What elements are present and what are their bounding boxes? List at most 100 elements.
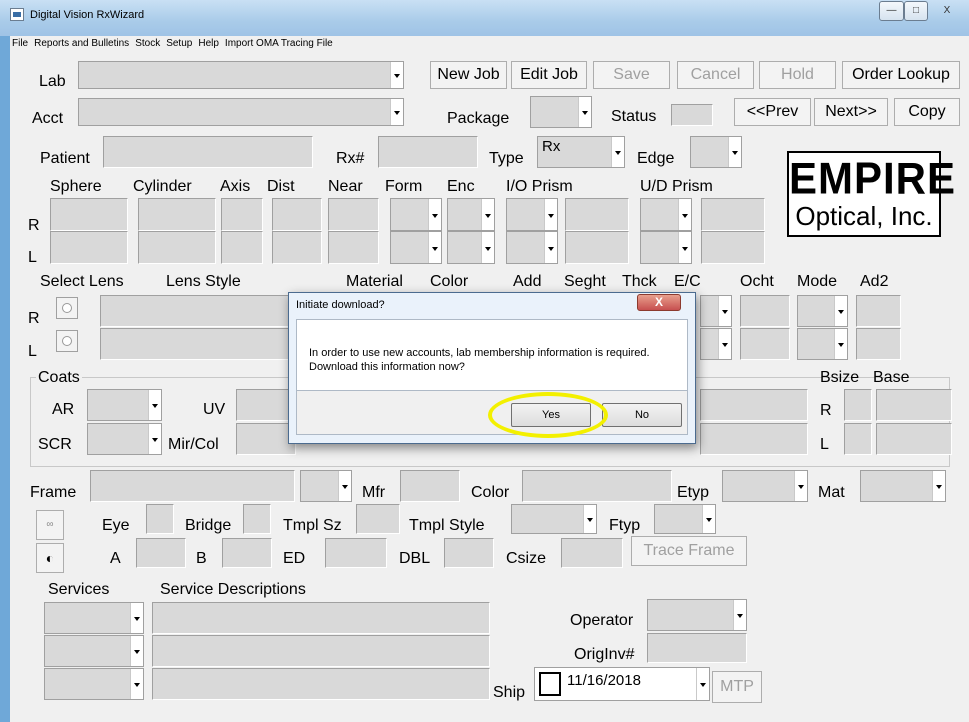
scr-select[interactable] <box>87 423 162 455</box>
lab-select[interactable] <box>78 61 404 89</box>
r-io-prism-field[interactable] <box>565 198 629 231</box>
r-mode-select[interactable] <box>797 295 848 327</box>
menu-setup[interactable]: Setup <box>164 36 196 49</box>
r-ec-select[interactable] <box>700 295 732 327</box>
maximize-button[interactable]: □ <box>904 1 928 21</box>
save-button[interactable]: Save <box>593 61 670 89</box>
service-select-2[interactable] <box>44 635 144 667</box>
bridge-field[interactable] <box>243 504 271 534</box>
uv-field[interactable] <box>236 389 296 421</box>
b-field[interactable] <box>222 538 272 568</box>
csize-field[interactable] <box>561 538 623 568</box>
l-io-prism-field[interactable] <box>565 231 629 264</box>
patient-field[interactable] <box>103 136 313 168</box>
l-axis-field[interactable] <box>221 231 263 264</box>
l-ad2-field[interactable] <box>856 328 901 360</box>
ar-select[interactable] <box>87 389 162 421</box>
l-cylinder-field[interactable] <box>138 231 216 264</box>
coat-extra-field-2[interactable] <box>700 423 808 455</box>
r-form-select[interactable] <box>390 198 442 231</box>
new-job-button[interactable]: New Job <box>430 61 507 89</box>
menu-import-oma[interactable]: Import OMA Tracing File <box>223 36 337 49</box>
trace-icon[interactable]: ◐ <box>36 543 64 573</box>
operator-select[interactable] <box>647 599 747 631</box>
r-io-prism-select[interactable] <box>506 198 558 231</box>
l-io-prism-select[interactable] <box>506 231 558 264</box>
package-select[interactable] <box>530 96 592 128</box>
ftyp-select[interactable] <box>654 504 716 534</box>
menu-reports[interactable]: Reports and Bulletins <box>32 36 133 49</box>
originv-field[interactable] <box>647 633 747 663</box>
r-bsize-field[interactable] <box>844 389 872 421</box>
rx-number-field[interactable] <box>378 136 478 168</box>
menu-stock[interactable]: Stock <box>133 36 164 49</box>
no-button[interactable]: No <box>602 403 682 427</box>
service-desc-2[interactable] <box>152 635 490 667</box>
r-lens-style-field[interactable] <box>100 295 300 327</box>
close-button[interactable]: X <box>930 1 964 21</box>
r-enc-select[interactable] <box>447 198 495 231</box>
eye-field[interactable] <box>146 504 174 534</box>
r-near-field[interactable] <box>328 198 379 231</box>
r-ad2-field[interactable] <box>856 295 901 327</box>
select-lens-r-radio[interactable] <box>56 297 78 319</box>
menu-help[interactable]: Help <box>196 36 223 49</box>
a-field[interactable] <box>136 538 186 568</box>
l-form-select[interactable] <box>390 231 442 264</box>
l-enc-select[interactable] <box>447 231 495 264</box>
tmpl-sz-field[interactable] <box>356 504 400 534</box>
next-button[interactable]: Next>> <box>814 98 888 126</box>
mtp-button[interactable]: MTP <box>712 671 762 703</box>
edge-select[interactable] <box>690 136 742 168</box>
type-select[interactable]: Rx <box>537 136 625 168</box>
l-sphere-field[interactable] <box>50 231 128 264</box>
ed-field[interactable] <box>325 538 387 568</box>
l-lens-style-field[interactable] <box>100 328 300 360</box>
r-ocht-field[interactable] <box>740 295 790 327</box>
trace-frame-button[interactable]: Trace Frame <box>631 536 747 566</box>
r-ud-prism-select[interactable] <box>640 198 692 231</box>
frame-select[interactable] <box>300 470 352 502</box>
r-cylinder-field[interactable] <box>138 198 216 231</box>
tmpl-style-select[interactable] <box>511 504 597 534</box>
l-ud-prism-select[interactable] <box>640 231 692 264</box>
select-lens-l-radio[interactable] <box>56 330 78 352</box>
mircol-field[interactable] <box>236 423 296 455</box>
r-axis-field[interactable] <box>221 198 263 231</box>
coat-extra-field-1[interactable] <box>700 389 808 421</box>
r-dist-field[interactable] <box>272 198 322 231</box>
etyp-select[interactable] <box>722 470 808 502</box>
dialog-close-button[interactable]: X <box>637 294 681 311</box>
r-base-field[interactable] <box>876 389 952 421</box>
service-desc-1[interactable] <box>152 602 490 634</box>
hold-button[interactable]: Hold <box>759 61 836 89</box>
cancel-button[interactable]: Cancel <box>677 61 754 89</box>
minimize-button[interactable]: — <box>879 1 904 21</box>
mat-select[interactable] <box>860 470 946 502</box>
order-lookup-button[interactable]: Order Lookup <box>842 61 960 89</box>
ship-date-picker[interactable]: 11/16/2018 <box>534 667 710 701</box>
service-desc-3[interactable] <box>152 668 490 700</box>
acct-select[interactable] <box>78 98 404 126</box>
l-ocht-field[interactable] <box>740 328 790 360</box>
l-dist-field[interactable] <box>272 231 322 264</box>
dbl-field[interactable] <box>444 538 494 568</box>
prev-button[interactable]: <<Prev <box>734 98 811 126</box>
edit-job-button[interactable]: Edit Job <box>511 61 587 89</box>
frame-color-field[interactable] <box>522 470 672 502</box>
service-select-1[interactable] <box>44 602 144 634</box>
menu-file[interactable]: File <box>10 36 32 49</box>
r-sphere-field[interactable] <box>50 198 128 231</box>
l-mode-select[interactable] <box>797 328 848 360</box>
mfr-field[interactable] <box>400 470 460 502</box>
copy-button[interactable]: Copy <box>894 98 960 126</box>
l-ud-prism-field[interactable] <box>701 231 765 264</box>
frame-field[interactable] <box>90 470 295 502</box>
service-select-3[interactable] <box>44 668 144 700</box>
ship-checkbox[interactable] <box>539 672 561 696</box>
r-ud-prism-field[interactable] <box>701 198 765 231</box>
l-base-field[interactable] <box>876 423 952 455</box>
l-bsize-field[interactable] <box>844 423 872 455</box>
l-ec-select[interactable] <box>700 328 732 360</box>
l-near-field[interactable] <box>328 231 379 264</box>
